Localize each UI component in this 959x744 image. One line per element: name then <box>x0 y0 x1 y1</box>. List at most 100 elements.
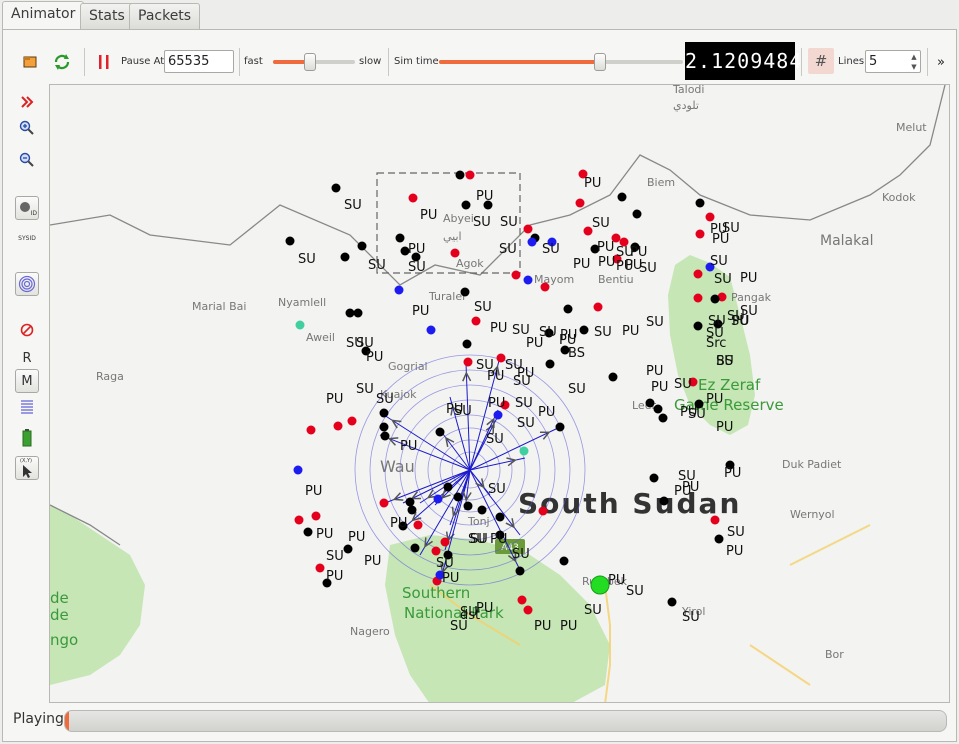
xy-pointer-button[interactable]: (X,Y) <box>15 456 39 480</box>
network-node[interactable] <box>559 556 569 566</box>
show-id-button[interactable]: ID <box>15 196 39 220</box>
network-node[interactable] <box>331 183 341 193</box>
lines-list-icon[interactable] <box>15 395 39 419</box>
m-button[interactable]: M <box>15 369 39 393</box>
lines-spin-arrows-icon[interactable]: ▲ ▼ <box>909 52 919 72</box>
network-node[interactable] <box>658 413 668 423</box>
network-node[interactable] <box>511 270 521 280</box>
sim-time-slider-handle[interactable] <box>594 53 607 71</box>
network-node[interactable] <box>413 520 423 530</box>
network-node[interactable] <box>345 308 355 318</box>
network-node[interactable] <box>563 304 573 314</box>
network-node[interactable] <box>343 544 353 554</box>
network-node[interactable] <box>517 595 527 605</box>
pause-at-input[interactable] <box>164 50 234 73</box>
network-node[interactable] <box>405 497 415 507</box>
network-node[interactable] <box>453 492 463 502</box>
network-node[interactable] <box>523 605 533 615</box>
network-node[interactable] <box>693 321 703 331</box>
network-node[interactable] <box>705 212 715 222</box>
sysid-button[interactable]: SYSID <box>15 226 39 250</box>
network-node[interactable] <box>593 302 603 312</box>
network-node[interactable] <box>608 372 618 382</box>
network-node[interactable] <box>463 501 473 511</box>
network-node[interactable] <box>519 446 529 456</box>
network-node[interactable] <box>538 506 548 516</box>
no-entry-icon[interactable] <box>15 318 39 342</box>
network-node[interactable] <box>645 398 655 408</box>
base-station-node[interactable] <box>590 575 610 595</box>
reload-icon[interactable] <box>51 51 73 73</box>
network-node[interactable] <box>461 200 471 210</box>
network-node[interactable] <box>347 416 357 426</box>
network-node[interactable] <box>407 505 417 515</box>
network-node[interactable] <box>311 511 321 521</box>
network-node[interactable] <box>632 209 642 219</box>
network-node[interactable] <box>710 294 720 304</box>
network-node[interactable] <box>460 287 470 297</box>
r-button[interactable]: R <box>15 346 39 370</box>
network-node[interactable] <box>443 482 453 492</box>
battery-icon[interactable] <box>15 426 39 450</box>
network-node[interactable] <box>379 498 389 508</box>
speed-slider-handle[interactable] <box>303 53 316 71</box>
network-node[interactable] <box>285 236 295 246</box>
network-node[interactable] <box>426 325 436 335</box>
network-node[interactable] <box>379 408 389 418</box>
network-node[interactable] <box>710 515 720 525</box>
network-node[interactable] <box>527 237 537 247</box>
network-node[interactable] <box>395 233 405 243</box>
network-node[interactable] <box>433 494 443 504</box>
network-node[interactable] <box>523 275 533 285</box>
network-node[interactable] <box>545 359 555 369</box>
network-node[interactable] <box>659 496 669 506</box>
expand-chevron-icon[interactable] <box>15 90 39 114</box>
network-node[interactable] <box>357 241 367 251</box>
network-node[interactable] <box>294 515 304 525</box>
network-node[interactable] <box>579 325 589 335</box>
network-node[interactable] <box>693 293 703 303</box>
network-node[interactable] <box>695 198 705 208</box>
network-node[interactable] <box>379 422 389 432</box>
network-node[interactable] <box>695 229 705 239</box>
network-node[interactable] <box>653 404 663 414</box>
speed-slider[interactable] <box>273 53 355 71</box>
network-node[interactable] <box>477 505 487 515</box>
network-node[interactable] <box>515 566 525 576</box>
network-node[interactable] <box>555 422 565 432</box>
network-node[interactable] <box>649 473 659 483</box>
network-node[interactable] <box>471 316 481 326</box>
sim-time-slider[interactable] <box>439 53 683 71</box>
zoom-in-icon[interactable] <box>15 116 39 140</box>
tab-packets[interactable]: Packets <box>129 3 201 29</box>
network-node[interactable] <box>617 192 627 202</box>
network-node[interactable] <box>463 357 473 367</box>
network-node[interactable] <box>714 534 724 544</box>
network-node[interactable] <box>450 248 460 258</box>
network-node[interactable] <box>333 421 343 431</box>
playback-progress-bar[interactable] <box>64 710 947 732</box>
network-map[interactable]: Talodi تلودي Melut Kodok Malakal Biem Abyei ابي… <box>49 84 950 703</box>
network-node[interactable] <box>495 512 505 522</box>
network-node[interactable] <box>493 410 503 420</box>
network-node[interactable] <box>693 269 703 279</box>
network-node[interactable] <box>667 597 677 607</box>
network-node[interactable] <box>410 543 420 553</box>
network-node[interactable] <box>575 198 585 208</box>
tab-stats[interactable]: Stats <box>80 3 134 29</box>
network-node[interactable] <box>293 465 303 475</box>
open-file-icon[interactable] <box>19 51 41 73</box>
network-node[interactable] <box>455 170 465 180</box>
zoom-out-icon[interactable] <box>15 148 39 172</box>
network-node[interactable] <box>462 339 472 349</box>
network-node[interactable] <box>353 308 363 318</box>
network-node[interactable] <box>394 285 404 295</box>
network-node[interactable] <box>408 193 418 203</box>
network-node[interactable] <box>440 537 450 547</box>
network-node[interactable] <box>295 320 305 330</box>
grid-toggle-button[interactable]: # <box>808 48 834 74</box>
network-node[interactable] <box>435 427 445 437</box>
network-node[interactable] <box>340 252 350 262</box>
network-node[interactable] <box>523 224 533 234</box>
network-node[interactable] <box>431 546 441 556</box>
